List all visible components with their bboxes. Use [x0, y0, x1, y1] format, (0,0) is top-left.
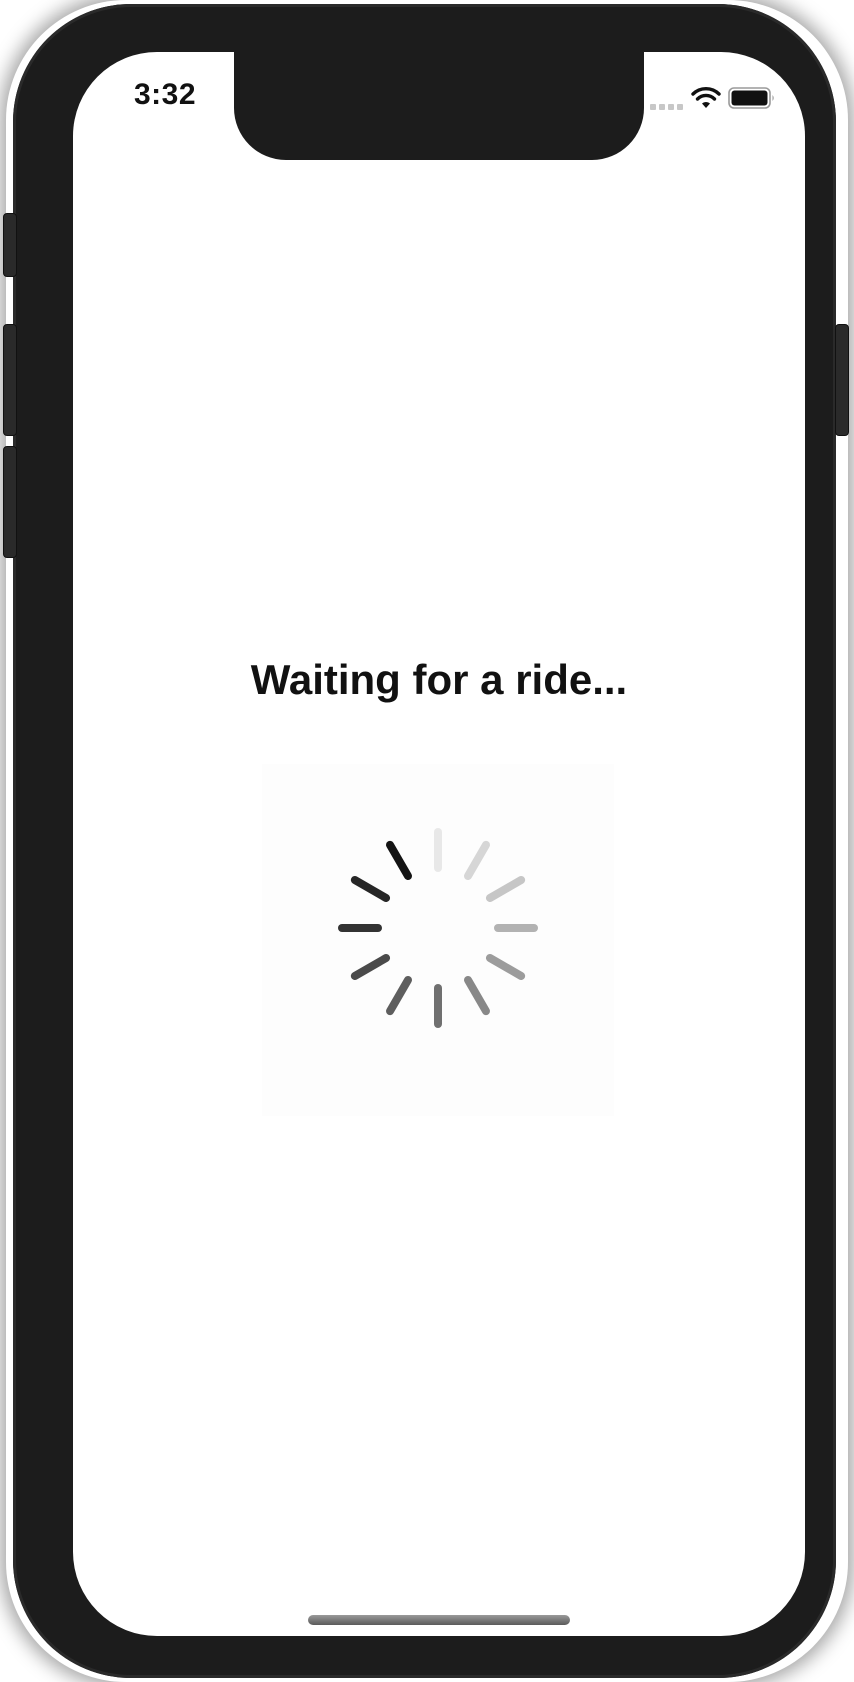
phone-frame: 3:32 Waiting for a ride... [3, 4, 849, 1678]
spinner-spoke [350, 876, 391, 902]
notch [234, 52, 644, 160]
signal-bars-icon [650, 102, 684, 110]
loading-panel [262, 764, 614, 1116]
page-title: Waiting for a ride... [250, 656, 628, 703]
volume-down-button [3, 446, 17, 558]
app-stage: 3:32 Waiting for a ride... [0, 0, 854, 1682]
wifi-icon [691, 87, 721, 108]
spinner-spoke [485, 954, 526, 980]
spinner-spoke [485, 876, 526, 902]
spinner-spoke [464, 840, 490, 881]
spinner-spoke [386, 975, 412, 1016]
battery-full-icon [728, 87, 774, 109]
home-indicator[interactable] [308, 1615, 570, 1625]
mute-switch [3, 213, 17, 277]
activity-spinner-icon [338, 828, 538, 1028]
power-button [835, 324, 849, 436]
spinner-spoke [350, 954, 391, 980]
volume-up-button [3, 324, 17, 436]
spinner-spoke [464, 975, 490, 1016]
status-time: 3:32 [134, 78, 197, 111]
phone-screen: 3:32 Waiting for a ride... [73, 52, 805, 1636]
spinner-spoke [386, 840, 412, 881]
